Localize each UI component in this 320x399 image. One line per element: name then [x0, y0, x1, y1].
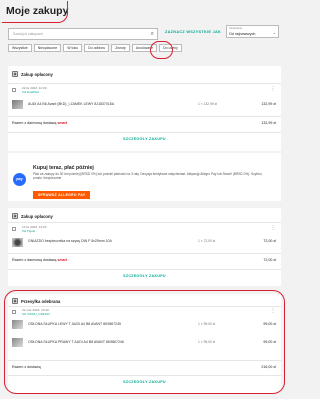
order-total: 216,00 zł [261, 365, 276, 369]
product-image[interactable] [12, 238, 23, 247]
sort-select[interactable]: Sortowanie Od najnowszych ⌄ [226, 25, 279, 38]
order-total-label: Razem z darmową dostawą smart [12, 258, 67, 262]
order-status: ▣ Zakup opłacony [12, 71, 53, 77]
order-details-link[interactable]: SZCZEGÓŁY ZAKUPU [8, 274, 281, 278]
order-card: ▣ Zakup opłacony 14 lis 2023, 13:03 Od Tig… [8, 208, 281, 286]
product-qty: 1 × 99,00 zł [198, 340, 216, 344]
product-name[interactable]: OSŁONA SŁUPKA PRAWY T AUDI A4 B8 AVANT 8… [28, 340, 124, 344]
filter-cancelled[interactable]: Anulowane [131, 44, 158, 52]
search-input[interactable]: Szukaj w zakupach ⌕ [8, 28, 158, 40]
box-icon: ▣ [12, 71, 18, 77]
order-total: 72,00 zł [263, 258, 276, 262]
order-status-label: Zakup opłacony [21, 71, 53, 77]
order-total: 132,99 zł [261, 121, 276, 125]
product-price: 132,99 zł [261, 102, 276, 106]
order-status-label: Zakup opłacony [21, 213, 53, 219]
order-seller[interactable]: Od DoktPart [22, 90, 46, 95]
product-price: 99,00 zł [263, 322, 276, 326]
search-icon[interactable]: ⌕ [151, 31, 154, 38]
search-placeholder: Szukaj w zakupach [13, 32, 43, 36]
more-options-icon[interactable]: ⋮ [271, 308, 276, 314]
order-checkbox[interactable] [12, 88, 16, 92]
order-seller[interactable]: Od Tigolo [22, 229, 46, 234]
promo-text-1: Płać za zakupy do 30 dni później (BRSD 0… [33, 172, 263, 180]
product-price: 72,00 zł [263, 239, 276, 243]
filter-to-pickup[interactable]: Do odbioru [84, 44, 110, 52]
promo-text: Płać za zakupy do 30 dni później (BRSD 0… [33, 172, 268, 180]
product-qty: 1 × 99,00 zł [198, 322, 216, 326]
chevron-down-icon: ⌄ [272, 30, 276, 35]
product-qty: 1 × 72,00 zł [198, 239, 216, 243]
promo-card: pay Kupuj teraz, płać później Płać za za… [8, 153, 281, 201]
filter-in-progress[interactable]: W toku [63, 44, 83, 52]
order-status: ▣ Zakup opłacony [12, 213, 53, 219]
allegro-pay-logo: pay [13, 173, 26, 186]
promo-title: Kupuj teraz, płać później [33, 165, 94, 171]
product-name[interactable]: OSŁONA SŁUPKA LEWY T AUDI A4 B8 AVANT 8K… [28, 322, 121, 326]
filter-chips: Wszystkie Nieopłacone W toku Do odbioru … [8, 44, 182, 52]
page-title: Moje zakupy [6, 5, 69, 17]
smart-badge: smart [57, 121, 68, 125]
order-seller[interactable]: Od OXIDU_CZESCI [22, 312, 50, 317]
order-details-link[interactable]: SZCZEGÓŁY ZAKUPU [8, 137, 281, 141]
product-name[interactable]: AUDI A4 B6 Avant (8KD), ) ZAMEK LEWY 8J1… [28, 102, 114, 106]
product-price: 99,00 zł [263, 340, 276, 344]
filter-all[interactable]: Wszystkie [8, 44, 32, 52]
box-icon: ▣ [12, 213, 18, 219]
filter-to-rate[interactable]: Do oceny [159, 44, 182, 52]
filter-returns[interactable]: Zwroty [111, 44, 130, 52]
total-label-text: Razem z darmową dostawą [12, 258, 57, 262]
product-qty: 1 × 132,99 zł [198, 102, 217, 106]
order-card: ▣ Zakup opłacony 22 lis 2023, 12:09 Od Dok… [8, 66, 281, 151]
product-name[interactable]: GNIAZDO bezpiecznika na szynę DIN F 5x25… [28, 239, 112, 243]
order-total-label: Razem z darmową dostawą smart [12, 121, 67, 125]
more-options-icon[interactable]: ⋮ [271, 225, 276, 231]
order-checkbox[interactable] [12, 310, 16, 314]
order-status: ▣ Przesyłka odebrana [12, 298, 60, 304]
sort-value: Od najnowszych [229, 32, 256, 36]
order-details-link[interactable]: SZCZEGÓŁY ZAKUPU [8, 380, 281, 384]
product-image[interactable] [12, 338, 23, 347]
sort-label: Sortowanie [229, 27, 242, 30]
order-total-label: Razem z dostawą [12, 365, 41, 369]
filter-unpaid[interactable]: Nieopłacone [33, 44, 62, 52]
total-label-text: Razem z darmową dostawą [12, 121, 57, 125]
box-icon: ▣ [12, 298, 18, 304]
order-checkbox[interactable] [12, 227, 16, 231]
total-label-text: Razem z dostawą [12, 365, 41, 369]
mark-all-button[interactable]: ZAZNACZ WSZYSTKIE JAK [165, 30, 221, 34]
order-status-label: Przesyłka odebrana [21, 298, 61, 304]
order-card: ▣ Przesyłka odebrana 31 mar 2023, 13:40 Od… [8, 294, 281, 393]
product-image[interactable] [12, 320, 23, 329]
more-options-icon[interactable]: ⋮ [271, 86, 276, 92]
product-image[interactable] [12, 100, 23, 109]
smart-badge: smart [57, 258, 68, 262]
promo-button[interactable]: SPRAWDŹ ALLEGRO PAY [33, 191, 91, 199]
